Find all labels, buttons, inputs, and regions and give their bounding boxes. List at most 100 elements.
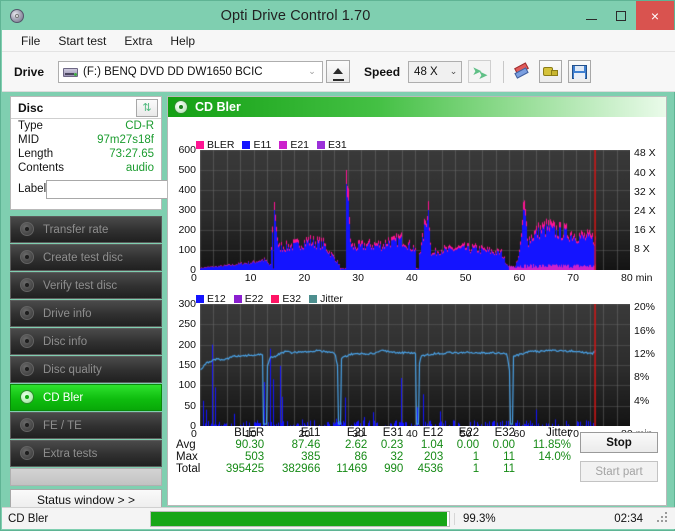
legend-swatch-e31 — [317, 141, 326, 149]
cd-disc-icon — [20, 222, 35, 237]
disc-row-key: MID — [18, 134, 40, 146]
cell-avg-jitter: 11.85% — [532, 439, 571, 451]
disc-row-value: 97m27s18f — [97, 134, 154, 146]
cell-avg-e22: 0.00 — [456, 439, 480, 451]
refresh-button[interactable]: ➤ ➤ — [468, 60, 492, 83]
x-tick-label: 20 — [298, 272, 311, 284]
y-tick-label: 200 — [178, 224, 196, 236]
menu-item-extra[interactable]: Extra — [115, 32, 161, 50]
sidebar-item-label: Extra tests — [43, 447, 98, 460]
legend-swatch-e21 — [279, 141, 288, 149]
legend-label: E21 — [290, 139, 310, 151]
sidebar-item-verify-test-disc[interactable]: Verify test disc — [10, 272, 162, 299]
speed-select[interactable]: 48 X ⌄ — [408, 60, 463, 83]
table-row: Max 503 385 86 32 203 1 11 14.0% — [174, 451, 574, 463]
disc-info-panel: Disc ⇅ Type CD-R MID 97m27s18f Length 73… — [10, 96, 247, 210]
table-corner — [174, 427, 211, 439]
column-header-e31: E31 — [382, 427, 404, 439]
eject-button[interactable] — [326, 60, 351, 83]
legend-item-bler: BLER — [196, 139, 234, 151]
minimize-button[interactable] — [576, 1, 606, 30]
disc-row-mid: MID 97m27s18f — [11, 133, 161, 147]
disc-label-key: Label — [18, 183, 47, 195]
legend-swatch-e22 — [233, 295, 242, 303]
sidebar-item-create-test-disc[interactable]: Create test disc — [10, 244, 162, 271]
bler-chart-legend: BLER E11 E21 E31 — [196, 139, 351, 151]
cell-avg-e21: 2.62 — [344, 439, 368, 451]
title-bar: Opti Drive Control 1.70 × — [1, 1, 674, 30]
stats-table: BLER E11 E21 E31 E12 E22 E32 Jitter Avg … — [174, 427, 574, 475]
disc-panel-header: Disc ⇅ — [11, 97, 161, 119]
speed-select-value: 48 X — [414, 65, 438, 78]
y2-tick-label: 20% — [634, 301, 656, 314]
y-tick-label: 200 — [178, 338, 196, 351]
y-tick-label: 400 — [178, 184, 196, 196]
legend-label: Jitter — [320, 293, 343, 305]
erase-button[interactable] — [510, 60, 534, 83]
stop-button[interactable]: Stop — [580, 432, 658, 453]
elapsed-time-label: 02:34 — [614, 512, 643, 525]
maximize-button[interactable] — [606, 1, 636, 30]
sidebar-item-label: Disc quality — [43, 363, 102, 376]
disc-row-key: Length — [18, 148, 54, 160]
eraser-icon — [513, 62, 530, 79]
y-tick-label: 100 — [178, 244, 196, 256]
progress-percent-label: 99.3% — [454, 512, 544, 525]
y2-tick-label: 40 X — [634, 166, 656, 179]
disc-row-value: 73:27.65 — [109, 148, 154, 160]
disc-row-value: CD-R — [125, 120, 154, 132]
start-part-button: Start part — [580, 461, 658, 482]
sidebar-item-transfer-rate[interactable]: Transfer rate — [10, 216, 162, 243]
cd-disc-icon — [20, 334, 35, 349]
cell-avg-e32: 0.00 — [492, 439, 516, 451]
menu-bar: File Start test Extra Help — [2, 30, 675, 52]
sidebar-item-extra-tests[interactable]: Extra tests — [10, 440, 162, 467]
sidebar-item-cd-bler[interactable]: CD Bler — [10, 384, 162, 411]
legend-item-e21: E21 — [279, 139, 309, 151]
table-row: Total 395425 382966 11469 990 4536 1 11 — [174, 463, 574, 475]
drive-select-value: (F:) BENQ DVD DD DW1650 BCIC — [83, 65, 263, 78]
y2-tick-label: 16 X — [634, 223, 656, 236]
plug-button[interactable] — [539, 60, 563, 83]
action-buttons: Stop Start part — [580, 432, 658, 490]
x-tick-label: 80 min — [621, 272, 653, 284]
y-tick-label: 300 — [178, 298, 196, 310]
disc-refresh-button[interactable]: ⇅ — [136, 98, 158, 117]
save-button[interactable] — [568, 60, 592, 83]
legend-item-e11: E11 — [242, 139, 271, 151]
sidebar-item-fe-te[interactable]: FE / TE — [10, 412, 162, 439]
cell-max-e21: 86 — [354, 451, 368, 463]
drive-label: Drive — [14, 64, 45, 79]
menu-item-help[interactable]: Help — [161, 32, 204, 50]
disc-row-type: Type CD-R — [11, 119, 161, 133]
cell-total-e22: 1 — [472, 463, 480, 475]
jitter-chart-plot[interactable] — [200, 304, 630, 426]
x-tick-label: 60 — [513, 272, 526, 284]
cell-avg-e31: 0.23 — [380, 439, 404, 451]
save-icon — [572, 64, 588, 79]
menu-item-file[interactable]: File — [12, 32, 49, 50]
cell-max-e11: 385 — [301, 451, 321, 463]
close-button[interactable]: × — [636, 1, 674, 30]
table-row: Avg 90.30 87.46 2.62 0.23 1.04 0.00 0.00… — [174, 439, 574, 451]
content-header: CD Bler — [168, 97, 666, 117]
cell-avg-e11: 87.46 — [291, 439, 321, 451]
bler-chart-plot[interactable] — [200, 150, 630, 270]
row-label-max: Max — [176, 451, 198, 463]
cell-total-jitter — [518, 463, 574, 475]
legend-item-e12: E12 — [196, 293, 226, 305]
column-header-e11: E11 — [300, 427, 321, 439]
sidebar-item-disc-info[interactable]: Disc info — [10, 328, 162, 355]
sidebar-item-drive-info[interactable]: Drive info — [10, 300, 162, 327]
menu-item-start-test[interactable]: Start test — [49, 32, 115, 50]
table-header-row: BLER E11 E21 E31 E12 E22 E32 Jitter — [174, 427, 574, 439]
cell-max-bler: 503 — [245, 451, 265, 463]
cell-max-e32: 11 — [503, 451, 516, 463]
sidebar-item-disc-quality[interactable]: Disc quality — [10, 356, 162, 383]
status-bar: CD Bler 99.3% 02:34 — [2, 507, 675, 529]
drive-select[interactable]: (F:) BENQ DVD DD DW1650 BCIC ⌄ — [58, 60, 324, 83]
x-tick-label: 10 — [244, 272, 257, 284]
legend-item-e22: E22 — [233, 293, 263, 305]
cell-total-e32: 11 — [503, 463, 516, 475]
resize-grip[interactable] — [657, 511, 671, 526]
